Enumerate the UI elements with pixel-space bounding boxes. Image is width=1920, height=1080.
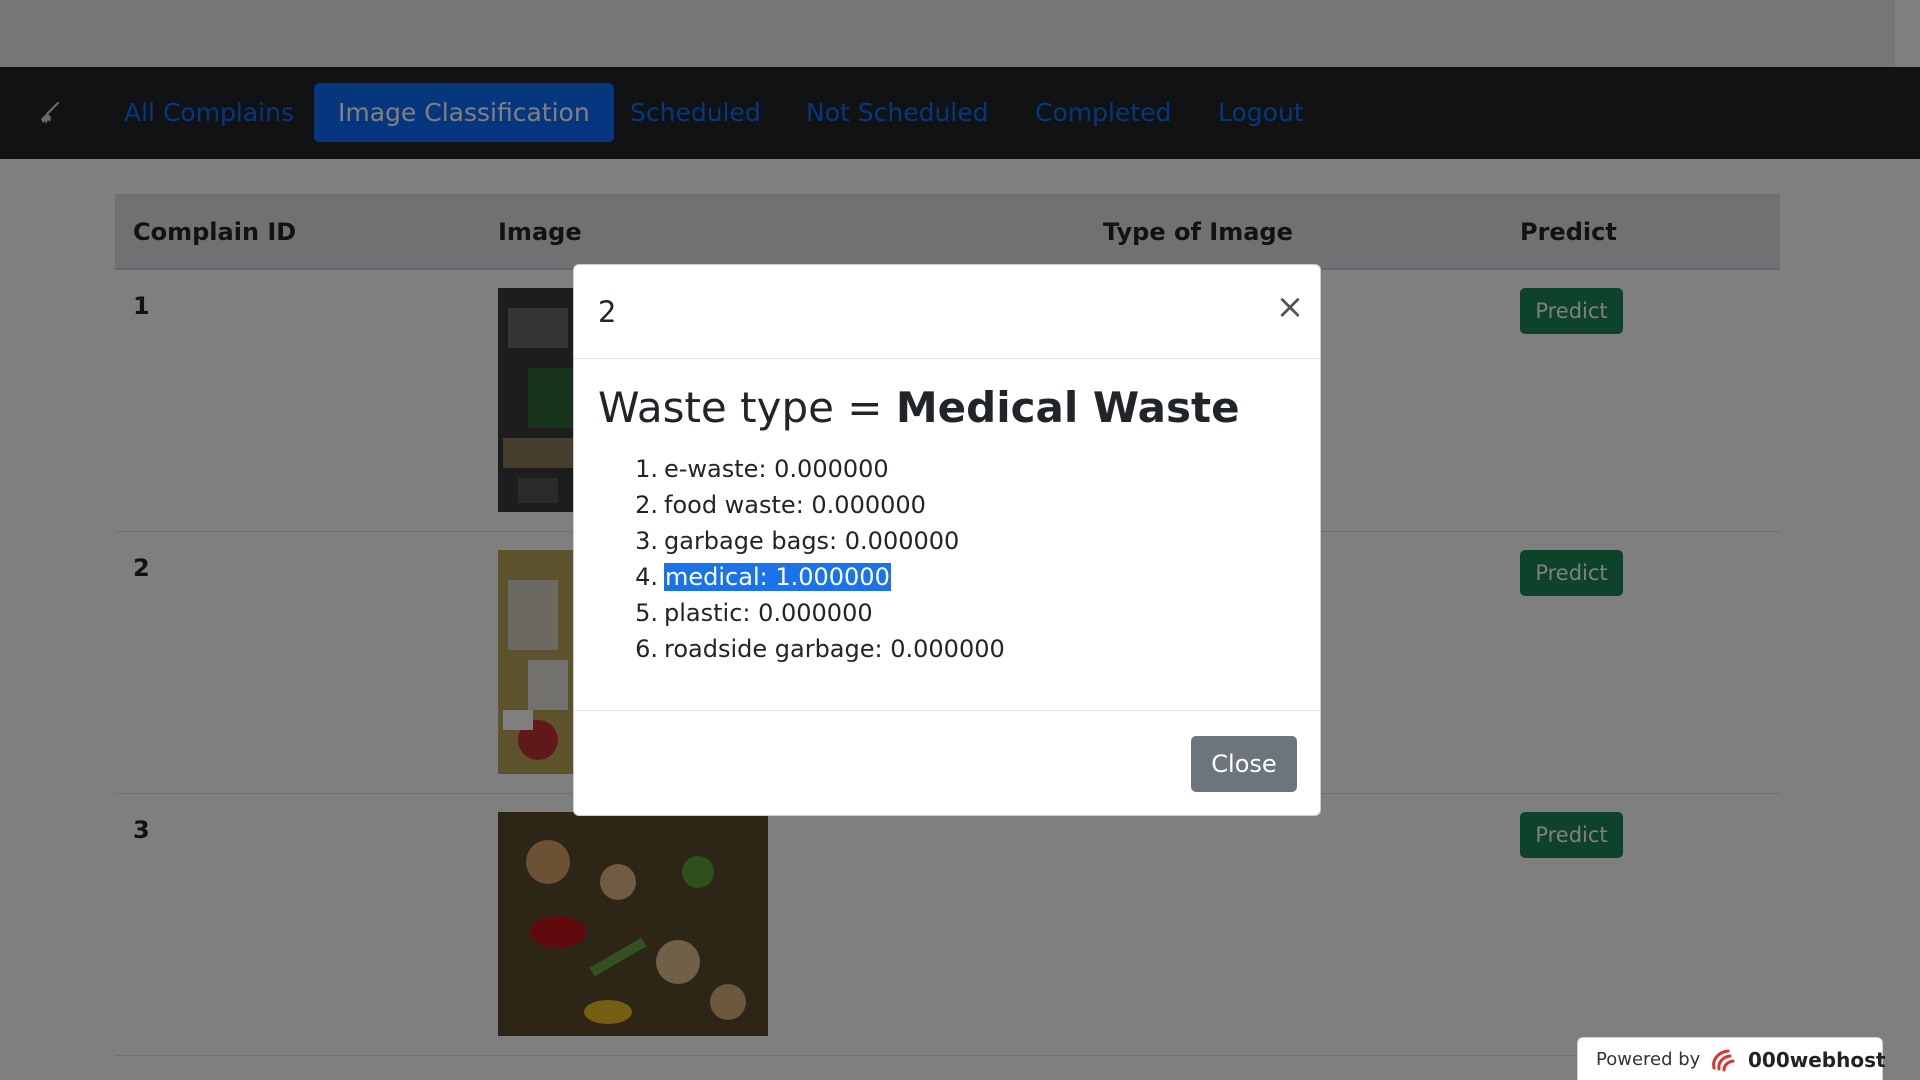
close-button[interactable]: Close [1191,736,1297,792]
list-number: 3. [635,527,658,555]
prediction-modal: 2 × Waste type = Medical Waste 1. e-waste… [573,264,1321,816]
score-text: food waste: 0.000000 [664,491,926,519]
score-text-selected: medical: 1.000000 [664,563,891,591]
heading-prefix: Waste type = [598,383,896,432]
list-item: 4. medical: 1.000000 [630,559,1005,595]
score-text: garbage bags: 0.000000 [664,527,960,555]
score-list: 1. e-waste: 0.000000 2. food waste: 0.0000… [630,451,1005,667]
modal-body: Waste type = Medical Waste 1. e-waste: 0.… [598,383,1298,663]
list-number: 4. [635,563,658,591]
list-item: 6. roadside garbage: 0.000000 [630,631,1005,667]
powered-by-brand: 000webhost [1748,1048,1886,1072]
powered-by-badge[interactable]: Powered by 000webhost [1577,1037,1886,1080]
modal-header: 2 × [574,265,1320,359]
modal-title: 2 [598,295,617,329]
score-text: plastic: 0.000000 [664,599,873,627]
list-number: 1. [635,455,658,483]
powered-by-label: Powered by [1596,1049,1701,1070]
waste-type-value: Medical Waste [895,383,1240,432]
close-icon[interactable]: × [1274,290,1306,324]
list-number: 2. [635,491,658,519]
list-item: 5. plastic: 0.000000 [630,595,1005,631]
list-number: 5. [635,599,658,627]
list-item: 2. food waste: 0.000000 [630,487,1005,523]
list-item: 3. garbage bags: 0.000000 [630,523,1005,559]
webhost-logo-icon [1712,1049,1735,1072]
score-text: e-waste: 0.000000 [664,455,889,483]
waste-type-heading: Waste type = Medical Waste [598,383,1298,432]
list-item: 1. e-waste: 0.000000 [630,451,1005,487]
list-number: 6. [635,635,658,663]
modal-footer: Close [574,710,1320,816]
score-text: roadside garbage: 0.000000 [664,635,1005,663]
